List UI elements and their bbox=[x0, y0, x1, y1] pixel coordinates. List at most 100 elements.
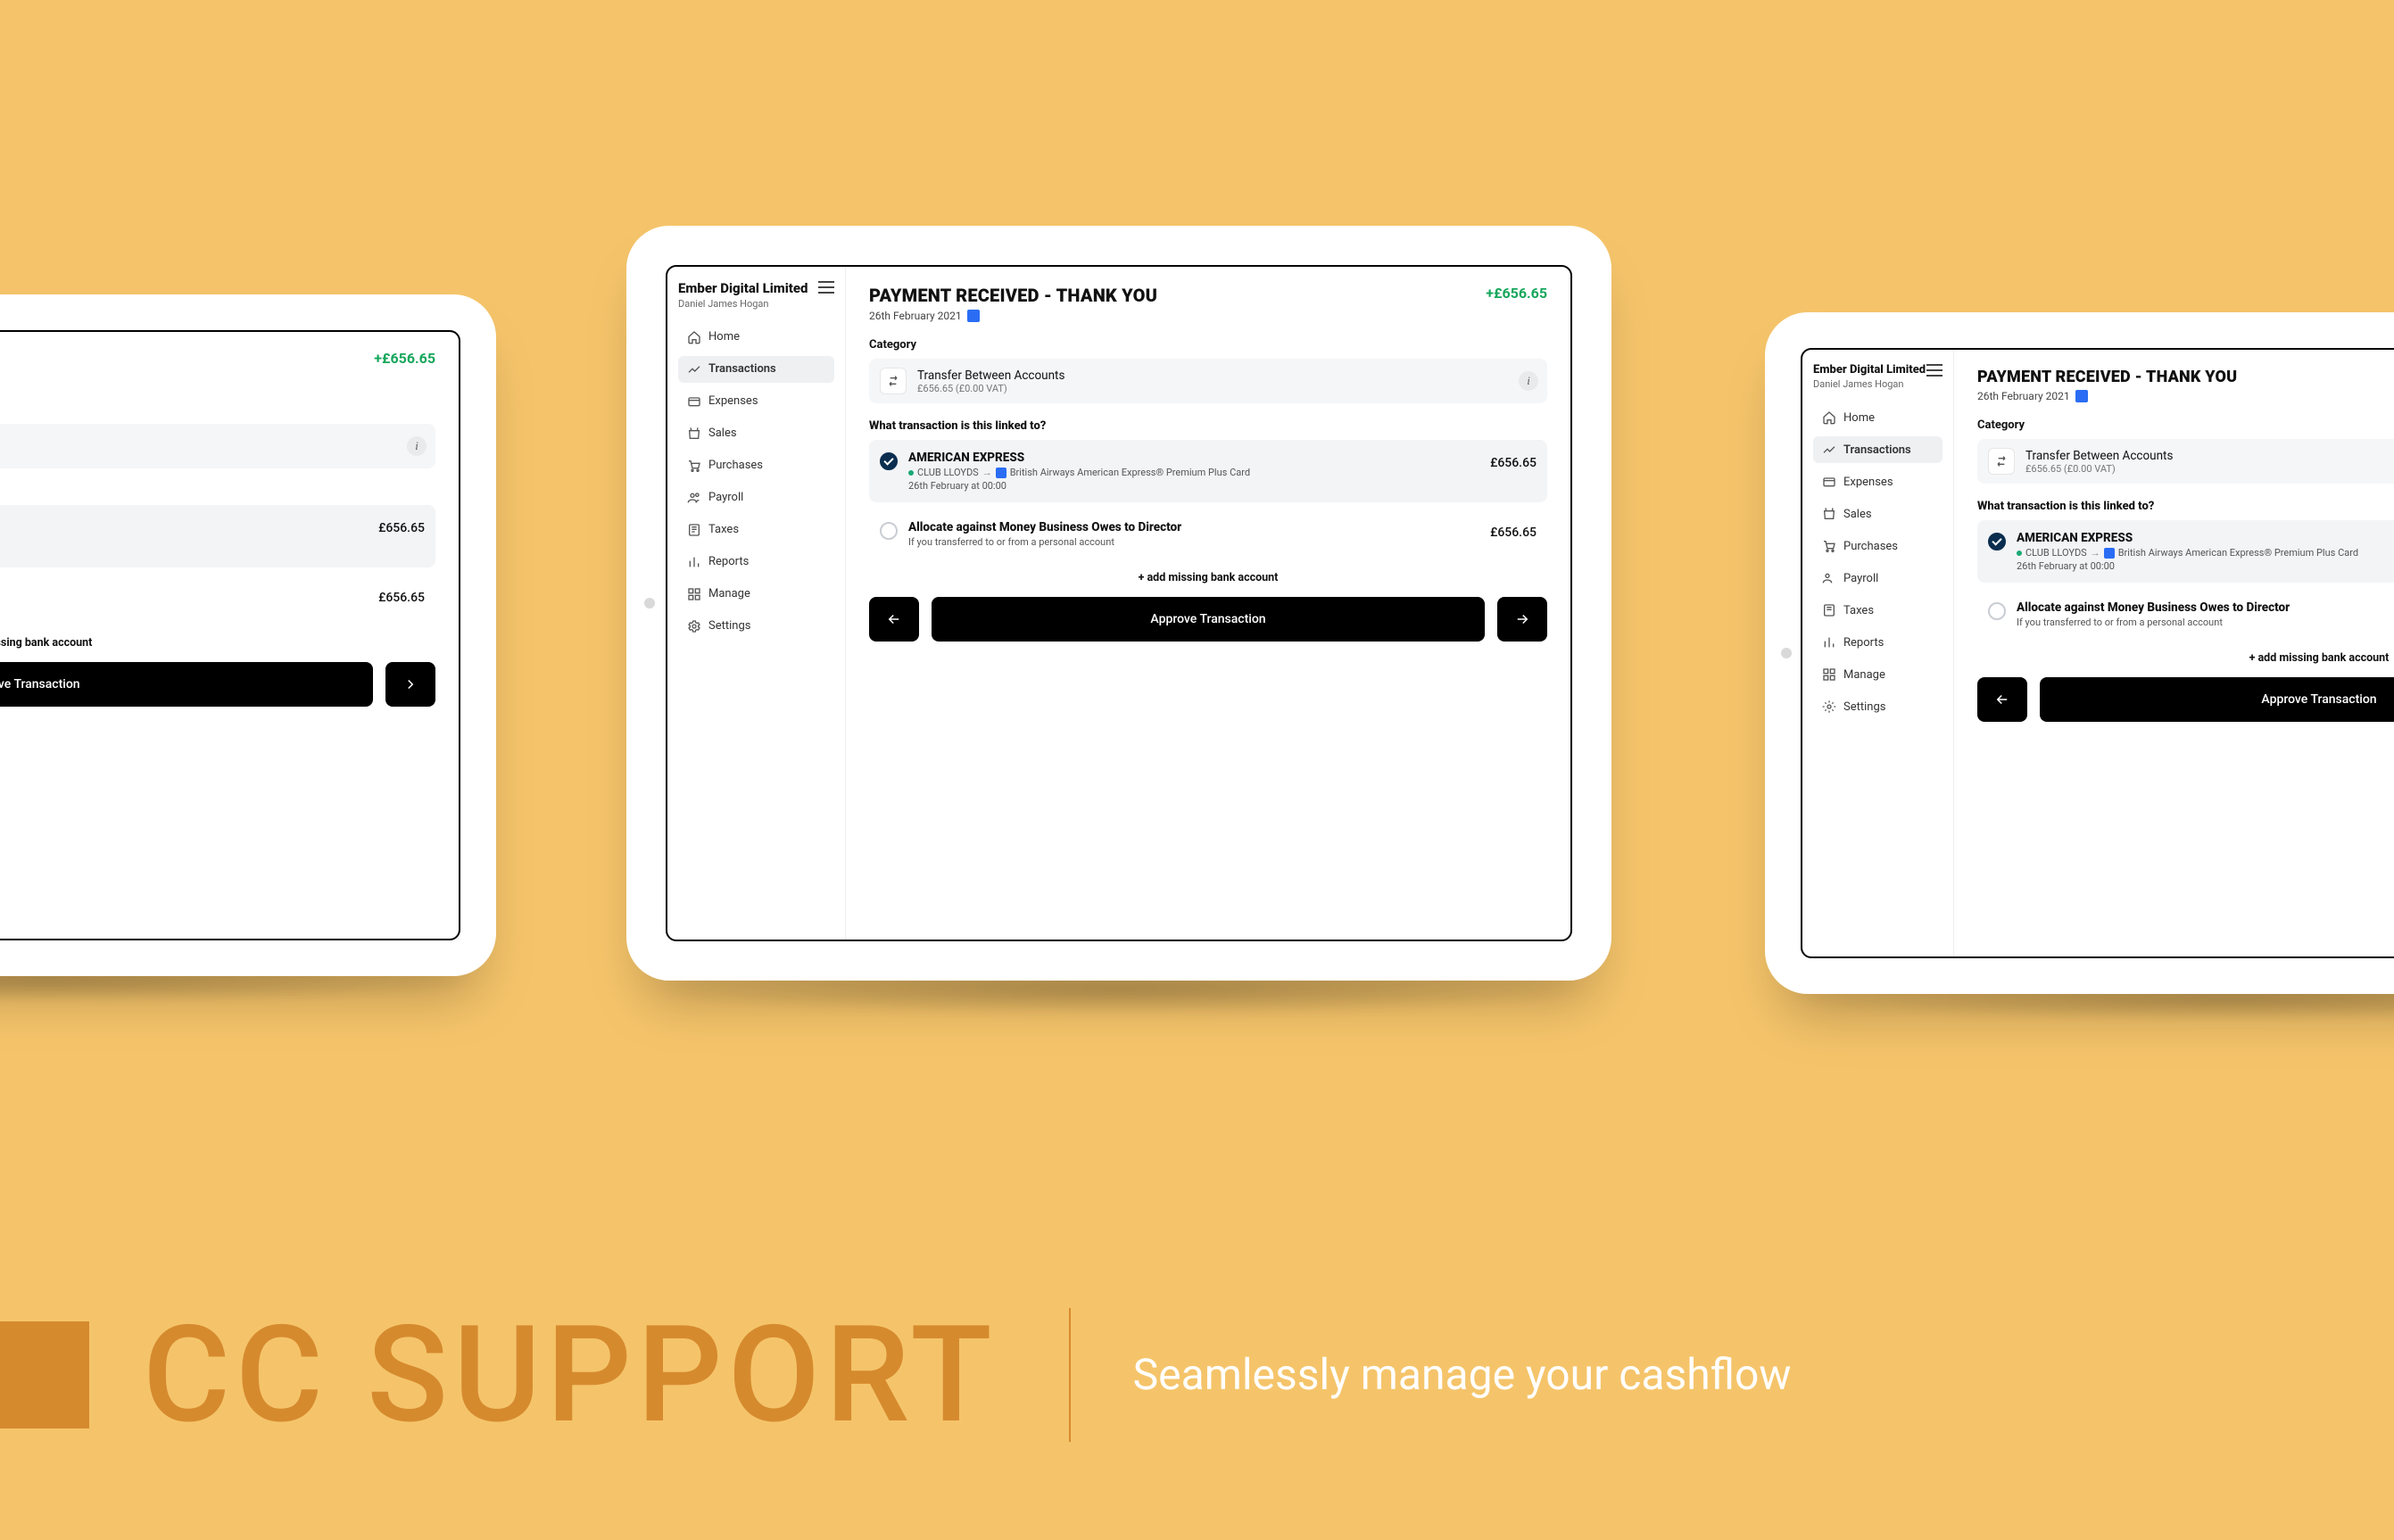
sidebar-item-label: Payroll bbox=[708, 491, 743, 504]
transactions-icon bbox=[687, 362, 701, 377]
expenses-icon bbox=[1822, 475, 1836, 489]
link-option-director[interactable]: Allocate against Money Business Owes to … bbox=[1977, 590, 2394, 639]
sales-icon bbox=[687, 426, 701, 441]
tablet-screen: Ember Digital Limited Daniel James Hogan… bbox=[666, 265, 1572, 941]
bank-chip-icon bbox=[2075, 390, 2088, 402]
next-button[interactable] bbox=[385, 662, 435, 707]
route-to: British Airways American Express® Premiu… bbox=[2118, 547, 2358, 559]
sidebar-item-label: Transactions bbox=[1843, 443, 1911, 457]
tablet-home-button[interactable] bbox=[1781, 648, 1792, 658]
sidebar-item-label: Settings bbox=[708, 619, 750, 633]
category-name: Transfer Between Accounts bbox=[917, 368, 1064, 383]
tablet-home-button[interactable] bbox=[644, 598, 655, 609]
route-from: CLUB LLOYDS bbox=[2025, 547, 2087, 559]
sidebar-item-settings[interactable]: Settings bbox=[678, 613, 834, 640]
next-button[interactable] bbox=[1497, 597, 1547, 642]
transfer-icon bbox=[880, 368, 907, 394]
prev-button[interactable] bbox=[1977, 677, 2027, 722]
sidebar-item-label: Sales bbox=[1843, 508, 1872, 521]
tagline: Seamlessly manage your cashflow bbox=[1133, 1348, 1792, 1402]
bank-chip-icon bbox=[996, 468, 1006, 478]
approve-button[interactable]: Approve Transaction bbox=[0, 662, 373, 707]
txn-date: 26th February 2021 bbox=[1977, 390, 2070, 402]
category-row[interactable]: Transfer Between Accounts £656.65 (£0.00… bbox=[869, 359, 1547, 403]
info-icon[interactable]: i bbox=[1519, 371, 1538, 391]
info-icon[interactable]: i bbox=[407, 436, 427, 456]
gear-icon bbox=[687, 619, 701, 633]
main-panel: PAYMENT RECEIVED - THANK YOU 26th Februa… bbox=[1954, 350, 2394, 956]
option-title: Allocate against Money Business Owes to … bbox=[908, 520, 1479, 534]
link-option-amex[interactable]: AMERICAN EXPRESS CLUB LLOYDS → British A… bbox=[1977, 520, 2394, 583]
option-title: Allocate against Money Business Owes to … bbox=[0, 585, 368, 600]
link-question: What transaction is this linked to? bbox=[1977, 500, 2394, 513]
sidebar-item-taxes[interactable]: Taxes bbox=[1813, 597, 1943, 624]
sidebar-item-reports[interactable]: Reports bbox=[1813, 629, 1943, 656]
sidebar-item-home[interactable]: Home bbox=[1813, 404, 1943, 431]
option-sub: If you transferred to or from a personal… bbox=[2017, 617, 2394, 628]
arrow-right-icon: → bbox=[2091, 547, 2100, 559]
option-amount: £656.65 bbox=[1490, 451, 1537, 470]
sidebar-item-expenses[interactable]: Expenses bbox=[1813, 468, 1943, 495]
vertical-divider bbox=[1069, 1308, 1071, 1442]
page-title: PAYMENT RECEIVED - THANK YOU bbox=[1977, 368, 2237, 386]
accent-block bbox=[0, 1321, 89, 1428]
sidebar-item-transactions[interactable]: Transactions bbox=[1813, 436, 1943, 463]
route-to: British Airways American Express® Premiu… bbox=[1010, 467, 1250, 478]
sidebar-item-purchases[interactable]: Purchases bbox=[1813, 533, 1943, 559]
approve-button[interactable]: Approve Transaction bbox=[2040, 677, 2394, 722]
radio-selected-icon bbox=[880, 452, 898, 470]
option-date: 26th February at 00:00 bbox=[2017, 560, 2394, 572]
sidebar-item-manage[interactable]: Manage bbox=[1813, 661, 1943, 688]
sidebar-item-taxes[interactable]: Taxes bbox=[678, 517, 834, 543]
sidebar-item-sales[interactable]: Sales bbox=[1813, 501, 1943, 527]
sidebar-item-sales[interactable]: Sales bbox=[678, 420, 834, 447]
add-missing-account-link[interactable]: + add missing bank account bbox=[869, 571, 1547, 584]
payroll-icon bbox=[1822, 571, 1836, 585]
link-option-amex[interactable]: AMERICAN EXPRESS CLUB LLOYDS → British A… bbox=[869, 440, 1547, 502]
tablet-right: Ember Digital Limited Daniel James Hogan… bbox=[1765, 312, 2394, 994]
link-option-director[interactable]: Allocate against Money Business Owes to … bbox=[0, 575, 435, 624]
sidebar-item-expenses[interactable]: Expenses bbox=[678, 388, 834, 415]
radio-unselected-icon bbox=[880, 522, 898, 540]
option-date: 26th February at 00:00 bbox=[908, 480, 1479, 492]
link-question: What transaction is this linked to? bbox=[0, 484, 435, 498]
sidebar-item-label: Payroll bbox=[1843, 572, 1878, 585]
taxes-icon bbox=[687, 523, 701, 537]
action-bar: Approve Transaction bbox=[0, 662, 435, 707]
sales-icon bbox=[1822, 507, 1836, 521]
arrow-right-icon: → bbox=[982, 467, 992, 478]
sidebar-item-label: Reports bbox=[1843, 636, 1884, 650]
category-row[interactable]: Transfer Between Accounts £656.65 (£0.00… bbox=[1977, 439, 2394, 484]
sidebar-item-purchases[interactable]: Purchases bbox=[678, 452, 834, 479]
link-option-amex[interactable]: AMERICAN EXPRESS CLUB LLOYDS → British A… bbox=[0, 505, 435, 567]
sidebar-item-payroll[interactable]: Payroll bbox=[1813, 565, 1943, 592]
sidebar-item-settings[interactable]: Settings bbox=[1813, 693, 1943, 720]
category-label: Category bbox=[1977, 418, 2394, 432]
page-meta: 26th February 2021 bbox=[1977, 390, 2237, 402]
purchases-icon bbox=[1822, 539, 1836, 553]
sidebar-item-label: Settings bbox=[1843, 700, 1885, 714]
add-missing-account-link[interactable]: + add missing bank account bbox=[1977, 651, 2394, 665]
sidebar-item-manage[interactable]: Manage bbox=[678, 581, 834, 608]
option-title: AMERICAN EXPRESS bbox=[0, 516, 368, 530]
link-option-director[interactable]: Allocate against Money Business Owes to … bbox=[869, 509, 1547, 559]
option-date: 26th February at 00:00 bbox=[0, 545, 368, 557]
option-route: CLUB LLOYDS → British Airways American E… bbox=[908, 467, 1479, 478]
sidebar-item-label: Home bbox=[708, 330, 740, 344]
sidebar-item-label: Expenses bbox=[708, 394, 758, 408]
category-row[interactable]: Transfer Between Accounts £656.65 (£0.00… bbox=[0, 424, 435, 468]
reports-icon bbox=[1822, 635, 1836, 650]
tablet-screen: PAYMENT RECEIVED - THANK YOU 26th Februa… bbox=[0, 330, 460, 940]
hamburger-icon[interactable] bbox=[1926, 364, 1943, 377]
option-title: Allocate against Money Business Owes to … bbox=[2017, 600, 2394, 615]
prev-button[interactable] bbox=[869, 597, 919, 642]
approve-button[interactable]: Approve Transaction bbox=[932, 597, 1485, 642]
user-name: Daniel James Hogan bbox=[1813, 378, 1926, 390]
category-label: Category bbox=[0, 403, 435, 417]
sidebar-item-home[interactable]: Home bbox=[678, 324, 834, 351]
hamburger-icon[interactable] bbox=[818, 281, 834, 294]
add-missing-account-link[interactable]: + add missing bank account bbox=[0, 636, 435, 650]
sidebar-item-reports[interactable]: Reports bbox=[678, 549, 834, 575]
sidebar-item-transactions[interactable]: Transactions bbox=[678, 356, 834, 383]
sidebar-item-payroll[interactable]: Payroll bbox=[678, 484, 834, 511]
